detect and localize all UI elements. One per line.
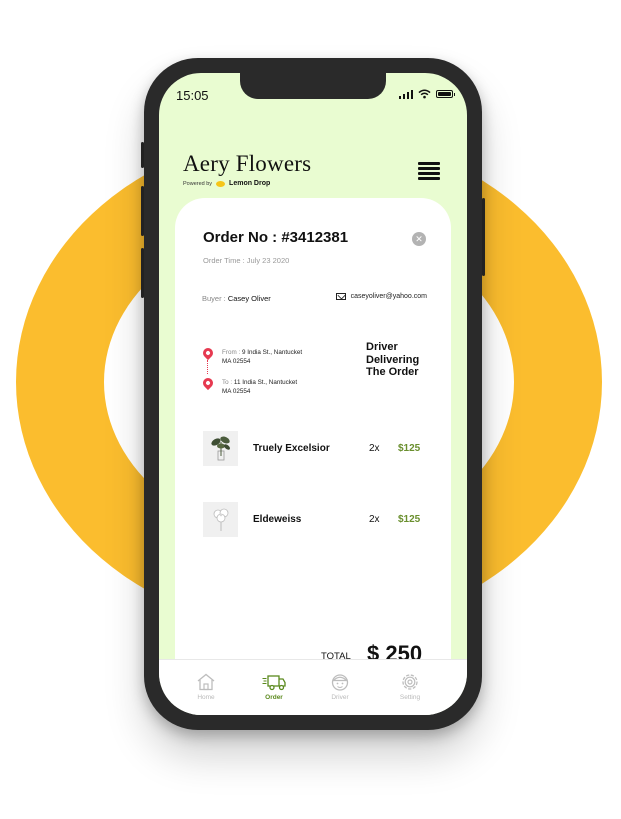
item-price: $125 (398, 513, 421, 525)
decor-dot (110, 586, 113, 589)
from-label: From : (222, 349, 242, 356)
phone-screen: 15:05 Aery Flowers Powered by Lemon Drop (159, 73, 467, 715)
tab-label: Driver (331, 694, 349, 701)
to-label: To : (222, 379, 234, 386)
flower-image-icon (210, 436, 230, 461)
signal-icon (398, 89, 413, 99)
notch (240, 73, 386, 99)
route-line (207, 360, 208, 374)
item-quantity: 2x (369, 442, 380, 454)
buyer-name: Casey Oliver (227, 294, 271, 303)
tab-driver[interactable]: Driver (310, 673, 370, 701)
status-line: Delivering (366, 353, 420, 366)
gear-icon (402, 674, 418, 690)
app-title: Aery Flowers (183, 151, 312, 176)
item-price: $125 (398, 442, 421, 454)
buyer-email[interactable]: caseyoliver@yahoo.com (335, 293, 427, 300)
delivery-status: Driver Delivering The Order (366, 341, 419, 379)
mail-icon (335, 293, 346, 300)
side-button (141, 248, 144, 298)
to-line1: 11 India St., Nantucket (233, 379, 298, 386)
powered-by-label: Powered by (183, 180, 213, 187)
tab-label: Order (265, 694, 283, 701)
email-text: caseyoliver@yahoo.com (350, 293, 427, 300)
tab-home[interactable]: Home (176, 673, 236, 701)
status-icons (398, 89, 455, 99)
truck-icon (262, 675, 286, 691)
wifi-icon (418, 89, 431, 99)
status-line: The Order (366, 366, 419, 378)
side-button (141, 142, 144, 168)
buyer-info: Buyer : Casey Oliver (202, 294, 271, 303)
flower-thumbnail (203, 430, 238, 466)
status-time: 15:05 (176, 88, 209, 103)
tab-label: Home (197, 694, 215, 701)
tab-setting[interactable]: Setting (380, 673, 440, 701)
flower-image-icon (213, 508, 228, 531)
battery-icon (436, 90, 455, 98)
order-time: Order Time : July 23 2020 (203, 256, 290, 265)
partner-name: Lemon Drop (229, 180, 271, 187)
lemon-icon (216, 180, 226, 187)
location-pin-icon (200, 345, 216, 361)
flower-thumbnail (203, 501, 238, 537)
driver-icon (331, 674, 349, 691)
decor-dot (512, 176, 515, 179)
decor-dot (126, 586, 129, 589)
home-icon (197, 673, 215, 691)
from-address: From : 9 India St., Nantucket MA 02554 (222, 348, 302, 366)
menu-icon[interactable] (418, 162, 440, 180)
close-icon: ✕ (415, 233, 423, 244)
item-quantity: 2x (369, 513, 380, 525)
tab-order[interactable]: Order (244, 673, 304, 701)
to-line2: MA 02554 (222, 388, 251, 395)
order-number: Order No : #3412381 (203, 229, 349, 246)
phone-frame: 15:05 Aery Flowers Powered by Lemon Drop (141, 58, 485, 730)
from-line1: 9 India St., Nantucket (241, 349, 303, 356)
location-pin-icon (200, 375, 216, 391)
tab-label: Setting (399, 694, 421, 701)
order-item[interactable]: Eldeweiss 2x $125 (203, 501, 435, 537)
powered-by: Powered by Lemon Drop (183, 180, 311, 187)
item-name: Eldeweiss (253, 513, 302, 525)
side-button (482, 198, 485, 276)
order-card: Order No : #3412381 Order Time : July 23… (175, 198, 451, 678)
brand: Aery Flowers Powered by Lemon Drop (183, 151, 311, 187)
close-button[interactable]: ✕ (412, 232, 426, 246)
order-item[interactable]: Truely Excelsior 2x $125 (203, 430, 435, 466)
buyer-label: Buyer : (202, 294, 228, 303)
from-line2: MA 02554 (222, 358, 251, 365)
to-address: To : 11 India St., Nantucket MA 02554 (222, 378, 297, 396)
decor-dot (129, 601, 132, 604)
item-name: Truely Excelsior (253, 442, 330, 454)
side-button (141, 186, 144, 236)
status-line: Driver (366, 341, 398, 353)
bottom-tab-bar: Home Order Driver Setting (159, 659, 467, 715)
